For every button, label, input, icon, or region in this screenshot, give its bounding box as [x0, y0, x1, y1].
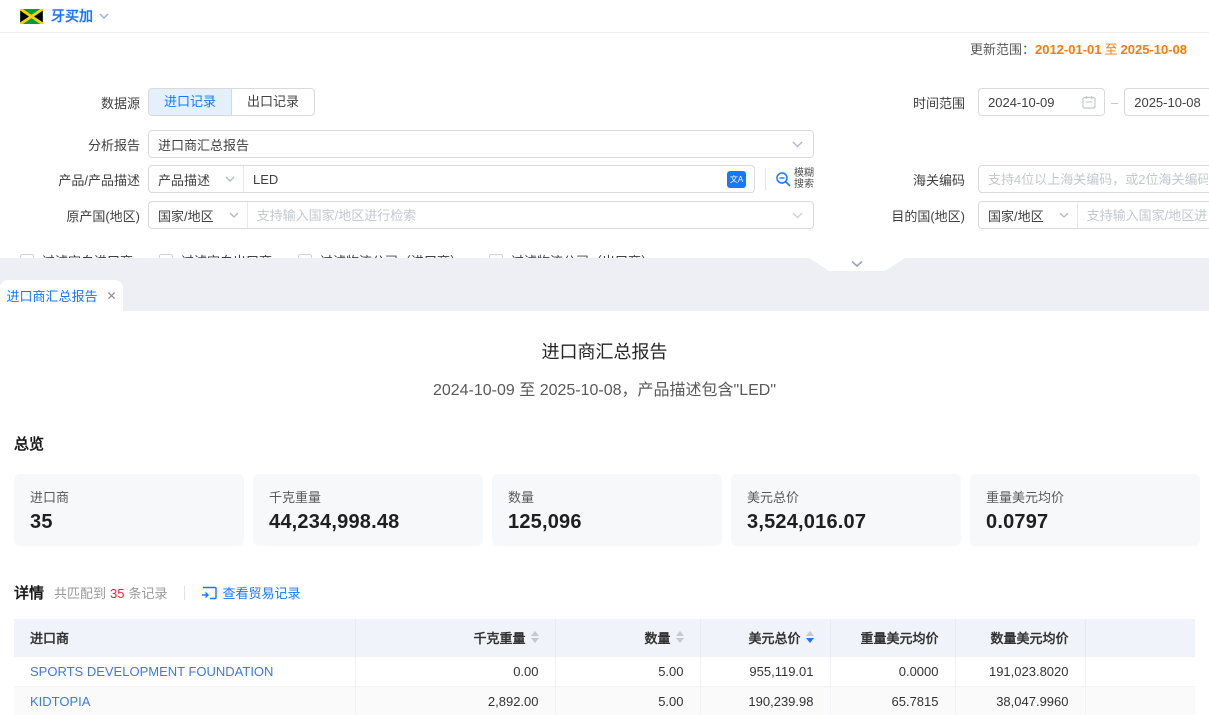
hs-code-label: 海关编码: [830, 170, 965, 189]
stat-card-importers: 进口商 35: [14, 474, 244, 546]
origin-type-select[interactable]: 国家/地区: [149, 202, 248, 228]
tab-export-records[interactable]: 出口记录: [231, 89, 314, 115]
detail-heading: 详情: [14, 582, 44, 603]
col-empty: [1085, 619, 1195, 656]
top-bar: 牙买加: [0, 0, 1209, 33]
time-range-end-box: [1124, 88, 1209, 116]
time-range-separator: –: [1111, 95, 1118, 110]
destination-search-input[interactable]: [1078, 202, 1209, 228]
origin-input-box: 国家/地区: [148, 201, 814, 229]
divider: [765, 168, 766, 190]
origin-type-value: 国家/地区: [149, 206, 223, 225]
magnifier-icon: [775, 171, 792, 188]
tab-importer-summary-report[interactable]: 进口商汇总报告 ✕: [0, 280, 123, 311]
product-label: 产品/产品描述: [0, 170, 140, 189]
col-kg-weight[interactable]: 千克重量: [355, 619, 555, 656]
chevron-down-icon: [225, 176, 235, 182]
sort-icon-active-desc[interactable]: [806, 631, 814, 643]
hs-code-input[interactable]: [979, 166, 1209, 192]
divider: [184, 586, 185, 600]
sort-icon[interactable]: [676, 631, 684, 643]
update-range-end: 2025-10-08: [1121, 42, 1188, 57]
calendar-icon: [1082, 95, 1096, 109]
col-quantity[interactable]: 数量: [555, 619, 700, 656]
chevron-down-icon: [1059, 212, 1069, 218]
stat-card-kg-weight: 千克重量 44,234,998.48: [253, 474, 483, 546]
hs-code-box: [978, 165, 1209, 193]
match-summary: 共匹配到35条记录: [54, 583, 168, 602]
stat-card-quantity: 数量 125,096: [492, 474, 722, 546]
update-range-label: 更新范围：: [970, 42, 1035, 57]
stat-card-usd-per-weight: 重量美元均价 0.0797: [970, 474, 1200, 546]
origin-label: 原产国(地区): [0, 206, 140, 225]
table-header-row: 进口商 千克重量 数量 美元总价: [14, 619, 1195, 656]
data-source-segmented: 进口记录 出口记录: [148, 88, 315, 116]
data-source-label: 数据源: [0, 93, 140, 112]
report-select-label: 分析报告: [0, 135, 140, 154]
overview-cards: 进口商 35 千克重量 44,234,998.48 数量 125,096 美元总…: [0, 474, 1209, 546]
filter-panel: 更新范围：2012-01-01至 2025-10-08 数据源 进口记录 出口记录…: [0, 33, 1209, 258]
destination-type-select[interactable]: 国家/地区: [979, 202, 1078, 228]
country-chevron-down-icon[interactable]: [99, 13, 109, 19]
table-row: KIDTOPIA 2,892.00 5.00 190,239.98 65.781…: [14, 686, 1195, 715]
product-type-select[interactable]: 产品描述: [149, 166, 244, 192]
time-range-end-input[interactable]: [1125, 89, 1209, 115]
importer-link[interactable]: KIDTOPIA: [30, 694, 90, 709]
chevron-down-icon: [792, 141, 803, 148]
chevron-down-icon: [229, 212, 239, 218]
tab-band: 进口商汇总报告 ✕: [0, 258, 1209, 311]
report-select[interactable]: 进口商汇总报告: [148, 130, 814, 158]
report-title: 进口商汇总报告: [0, 341, 1209, 363]
fuzzy-search-label: 模糊 搜索: [794, 168, 814, 190]
translate-icon[interactable]: 文A: [727, 171, 746, 188]
fuzzy-search-toggle[interactable]: 模糊 搜索: [765, 168, 814, 190]
report-content: 进口商汇总报告 2024-10-09 至 2025-10-08，产品描述包含"L…: [0, 311, 1209, 715]
view-records-icon: [201, 586, 217, 600]
col-usd-per-qty: 数量美元均价: [955, 619, 1085, 656]
update-range: 更新范围：2012-01-01至 2025-10-08: [970, 39, 1187, 58]
update-range-start: 2012-01-01: [1035, 42, 1102, 57]
time-range-start-input[interactable]: [979, 89, 1082, 115]
col-usd-total[interactable]: 美元总价: [700, 619, 830, 656]
overview-heading: 总览: [14, 433, 1209, 454]
product-type-value: 产品描述: [149, 170, 219, 189]
report-select-value: 进口商汇总报告: [149, 135, 258, 154]
time-range-start-box: [978, 88, 1105, 116]
report-subtitle: 2024-10-09 至 2025-10-08，产品描述包含"LED": [0, 376, 1209, 400]
importer-table: 进口商 千克重量 数量 美元总价: [14, 619, 1195, 715]
col-importer: 进口商: [14, 619, 355, 656]
country-selector-label[interactable]: 牙买加: [51, 6, 93, 26]
jamaica-flag-icon: [20, 9, 43, 24]
close-icon[interactable]: ✕: [106, 289, 116, 303]
chevron-down-icon: [851, 260, 863, 268]
time-range-label: 时间范围: [830, 93, 965, 112]
product-description-input[interactable]: [244, 166, 727, 192]
match-count: 35: [110, 586, 124, 601]
stat-card-usd-total: 美元总价 3,524,016.07: [731, 474, 961, 546]
destination-label: 目的国(地区): [830, 206, 965, 225]
destination-input-box: 国家/地区: [978, 201, 1209, 229]
chevron-down-icon: [792, 212, 803, 219]
collapse-panel-handle[interactable]: [809, 258, 905, 271]
col-usd-per-weight: 重量美元均价: [830, 619, 955, 656]
importer-link[interactable]: SPORTS DEVELOPMENT FOUNDATION: [30, 664, 273, 679]
product-input-box: 产品描述 文A: [148, 165, 755, 193]
view-trade-records-link[interactable]: 查看贸易记录: [201, 583, 301, 602]
update-range-to: 至: [1104, 42, 1117, 57]
sort-icon[interactable]: [531, 631, 539, 643]
origin-search-input[interactable]: [248, 202, 792, 228]
table-row: SPORTS DEVELOPMENT FOUNDATION 0.00 5.00 …: [14, 656, 1195, 686]
destination-type-value: 国家/地区: [979, 206, 1053, 225]
tab-import-records[interactable]: 进口记录: [149, 89, 231, 115]
detail-bar: 详情 共匹配到35条记录 查看贸易记录: [14, 582, 1209, 603]
